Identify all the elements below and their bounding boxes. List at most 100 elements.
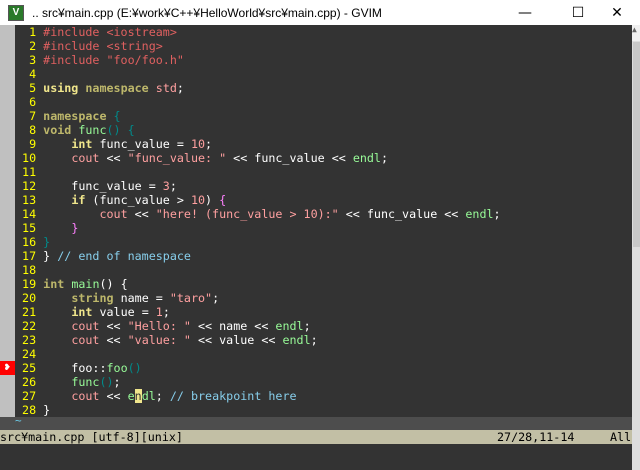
line-number: 23 <box>15 333 44 347</box>
line-number: 19 <box>15 277 44 291</box>
code-line[interactable]: 12 func_value = 3; <box>15 179 177 193</box>
code-line[interactable]: 20 string name = "taro"; <box>15 291 219 305</box>
code-line[interactable]: 2 #include <string> <box>15 39 163 53</box>
minimize-button[interactable]: — <box>502 0 548 25</box>
line-number: 26 <box>15 375 44 389</box>
code-token: ; <box>155 389 170 403</box>
code-line[interactable]: 6 <box>15 95 43 109</box>
code-line[interactable]: 19 int main() { <box>15 277 128 291</box>
vim-icon[interactable]: V <box>8 4 24 21</box>
code-token: foo <box>106 361 128 375</box>
code-token: << name << <box>190 319 276 333</box>
code-token: func_value = <box>43 179 163 193</box>
vertical-scrollbar[interactable]: ▲ <box>632 25 640 470</box>
code-token: ) <box>205 193 220 207</box>
code-line[interactable]: 21 int value = 1; <box>15 305 170 319</box>
code-token: ; <box>169 179 177 193</box>
line-number: 12 <box>15 179 44 193</box>
code-token: ; <box>212 291 220 305</box>
status-position: 27/28,11-14 <box>497 430 575 444</box>
window-title: .. src¥main.cpp (E:¥work¥C++¥HelloWorld¥… <box>32 5 382 20</box>
code-token: foo:: <box>43 361 107 375</box>
code-token: } <box>43 403 51 417</box>
code-token: std <box>155 81 177 95</box>
code-line[interactable]: 1 #include <iostream> <box>15 25 177 39</box>
code-token: } <box>71 221 79 235</box>
line-number: 2 <box>15 39 44 53</box>
line-number: 8 <box>15 123 44 137</box>
code-token: // breakpoint here <box>169 389 297 403</box>
code-token: if <box>71 193 86 207</box>
line-number: 22 <box>15 319 44 333</box>
code-token: ; <box>493 207 501 221</box>
line-number: 14 <box>15 207 44 221</box>
code-token: { <box>219 193 227 207</box>
code-token: namespace <box>43 109 107 123</box>
code-line[interactable]: 16 } <box>15 235 50 249</box>
code-token: << value << <box>190 333 283 347</box>
code-line[interactable]: 10 cout << "func_value: " << func_value … <box>15 151 388 165</box>
code-token: e <box>127 389 135 403</box>
close-button[interactable]: ✕ <box>594 0 640 25</box>
code-token: func <box>71 375 100 389</box>
code-token: #include <iostream> <box>43 25 177 39</box>
code-line[interactable]: 5 using namespace std; <box>15 81 184 95</box>
code-line[interactable]: 9 int func_value = 10; <box>15 137 212 151</box>
code-line[interactable]: 22 cout << "Hello: " << name << endl; <box>15 319 311 333</box>
code-line[interactable]: 3 #include "foo/foo.h" <box>15 53 184 67</box>
code-line[interactable]: 17 } // end of namespace <box>15 249 191 263</box>
code-token: << <box>127 207 156 221</box>
code-token: cout <box>71 319 100 333</box>
code-line[interactable]: 13 if (func_value > 10) { <box>15 193 226 207</box>
code-token: string <box>71 291 114 305</box>
line-number: 18 <box>15 263 44 277</box>
code-line[interactable]: 25 foo::foo() <box>15 361 142 375</box>
code-token: "Hello: " <box>127 319 191 333</box>
code-token: name = <box>113 291 170 305</box>
code-line[interactable]: 4 <box>15 67 43 81</box>
text-cursor: n <box>134 389 142 403</box>
code-token: endl <box>465 207 494 221</box>
code-token: { <box>113 109 121 123</box>
line-number: 6 <box>15 95 44 109</box>
code-line[interactable]: 14 cout << "here! (func_value > 10):" <<… <box>15 207 501 221</box>
code-token: { <box>127 123 135 137</box>
code-token: << <box>99 319 128 333</box>
status-file: src¥main.cpp [utf-8][unix] <box>0 430 183 444</box>
scroll-up-arrow-icon[interactable]: ▲ <box>632 25 640 41</box>
code-token: ; <box>310 333 318 347</box>
command-line[interactable] <box>0 444 632 470</box>
code-line[interactable]: 26 func(); <box>15 375 121 389</box>
code-line[interactable]: 8 void func() { <box>15 123 135 137</box>
line-number: 5 <box>15 81 44 95</box>
scrollbar-thumb[interactable] <box>633 42 640 247</box>
line-number: 27 <box>15 389 44 403</box>
code-line[interactable]: 7 namespace { <box>15 109 121 123</box>
code-line[interactable]: 24 <box>15 347 43 361</box>
code-token: // end of namespace <box>57 249 191 263</box>
code-line[interactable]: 15 } <box>15 221 78 235</box>
code-line[interactable]: 18 <box>15 263 43 277</box>
code-token: void <box>43 123 72 137</box>
code-token: 10 <box>190 137 206 151</box>
line-number: 3 <box>15 53 44 67</box>
code-line[interactable]: 27 cout << endl; // breakpoint here <box>15 389 297 403</box>
line-number: 17 <box>15 249 44 263</box>
code-line[interactable]: 11 <box>15 165 43 179</box>
code-token: endl <box>282 333 311 347</box>
status-line: src¥main.cpp [utf-8][unix] 27/28,11-14 All <box>0 430 632 444</box>
code-token: cout <box>71 389 100 403</box>
code-line[interactable]: 23 cout << "value: " << value << endl; <box>15 333 318 347</box>
code-token: } <box>43 235 51 249</box>
code-token: cout <box>99 207 128 221</box>
code-token: int <box>71 305 93 319</box>
code-token: func <box>78 123 107 137</box>
code-token: 1 <box>155 305 163 319</box>
breakpoint-sign-icon[interactable]: ❥ <box>0 361 15 375</box>
code-token: #include <string> <box>43 39 163 53</box>
